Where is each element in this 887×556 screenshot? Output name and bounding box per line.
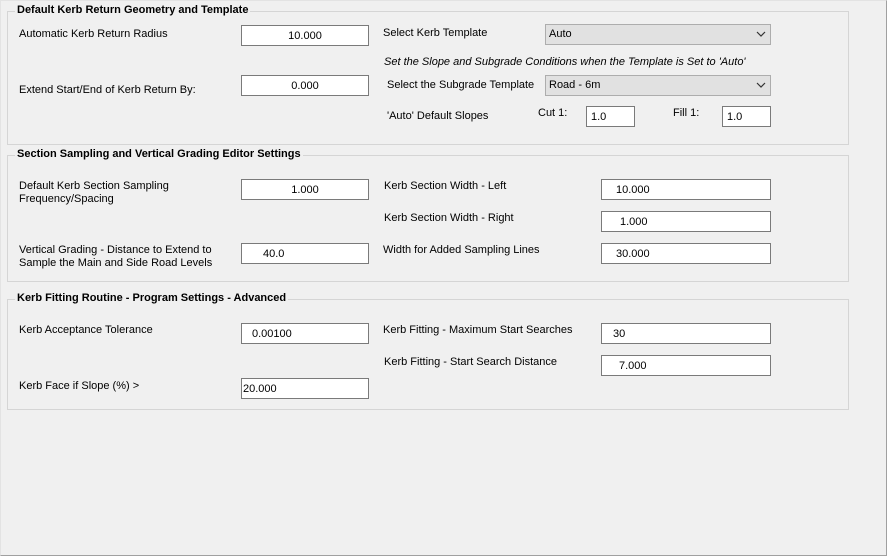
kerb-face-input[interactable] bbox=[241, 378, 369, 399]
template-label: Select Kerb Template bbox=[383, 27, 488, 39]
added-lines-label: Width for Added Sampling Lines bbox=[383, 244, 540, 256]
subgrade-combo[interactable]: Road - 6m bbox=[545, 75, 771, 96]
sampling-group-title: Section Sampling and Vertical Grading Ed… bbox=[15, 148, 303, 161]
auto-template-note: Set the Slope and Subgrade Conditions wh… bbox=[384, 56, 746, 68]
auto-radius-label: Automatic Kerb Return Radius bbox=[19, 28, 168, 40]
fill-label: Fill 1: bbox=[673, 107, 700, 119]
cut-input[interactable] bbox=[586, 106, 635, 127]
default-slopes-label: 'Auto' Default Slopes bbox=[387, 110, 489, 122]
kerb-face-label: Kerb Face if Slope (%) > bbox=[19, 380, 140, 392]
vertical-grading-input[interactable] bbox=[241, 243, 369, 264]
width-left-label: Kerb Section Width - Left bbox=[384, 180, 507, 192]
fill-input[interactable] bbox=[722, 106, 771, 127]
search-distance-input[interactable] bbox=[601, 355, 771, 376]
extend-input[interactable] bbox=[241, 75, 369, 96]
width-right-input[interactable] bbox=[601, 211, 771, 232]
extend-label: Extend Start/End of Kerb Return By: bbox=[19, 84, 196, 96]
chevron-down-icon bbox=[756, 82, 766, 88]
width-left-input[interactable] bbox=[601, 179, 771, 200]
tolerance-label: Kerb Acceptance Tolerance bbox=[19, 324, 153, 336]
cut-label: Cut 1: bbox=[538, 107, 568, 119]
chevron-down-icon bbox=[756, 31, 766, 37]
geometry-group-title: Default Kerb Return Geometry and Templat… bbox=[15, 4, 251, 17]
max-searches-label: Kerb Fitting - Maximum Start Searches bbox=[383, 324, 573, 336]
subgrade-label: Select the Subgrade Template bbox=[387, 79, 535, 91]
auto-radius-input[interactable] bbox=[241, 25, 369, 46]
max-searches-input[interactable] bbox=[601, 323, 771, 344]
search-distance-label: Kerb Fitting - Start Search Distance bbox=[384, 356, 558, 368]
tolerance-input[interactable] bbox=[241, 323, 369, 344]
added-lines-input[interactable] bbox=[601, 243, 771, 264]
template-combo-value: Auto bbox=[549, 28, 572, 40]
sampling-frequency-input[interactable] bbox=[241, 179, 369, 200]
template-combo[interactable]: Auto bbox=[545, 24, 771, 45]
subgrade-combo-value: Road - 6m bbox=[549, 79, 601, 91]
sampling-frequency-label: Default Kerb Section Sampling Frequency/… bbox=[19, 180, 169, 205]
width-right-label: Kerb Section Width - Right bbox=[384, 212, 514, 224]
fitting-group-title: Kerb Fitting Routine - Program Settings … bbox=[15, 292, 289, 305]
vertical-grading-label: Vertical Grading - Distance to Extend to… bbox=[19, 244, 213, 269]
